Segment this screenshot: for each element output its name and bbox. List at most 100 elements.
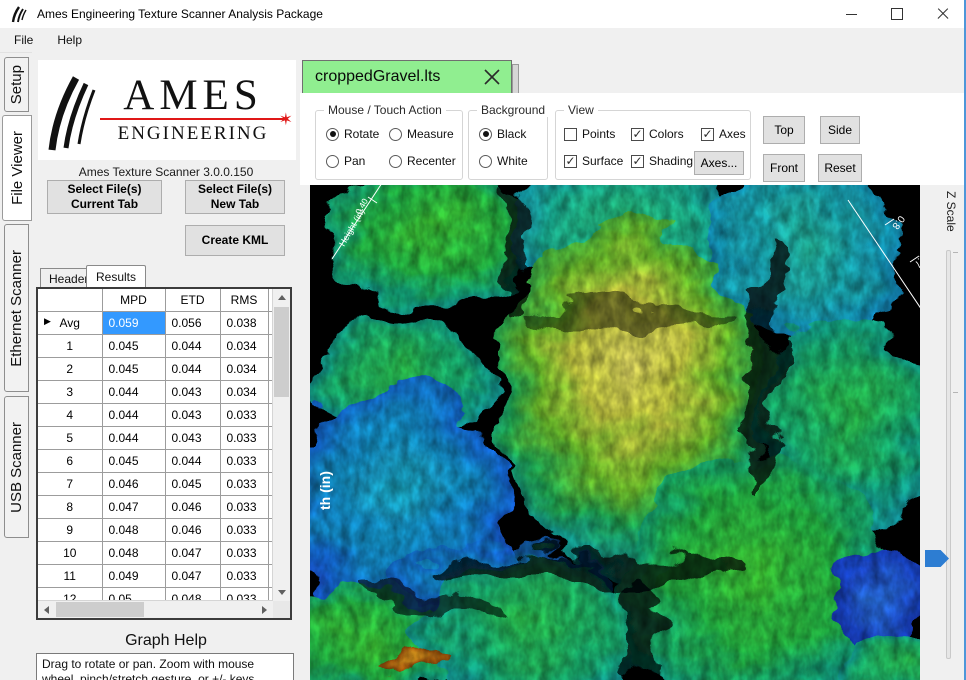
row-header[interactable]: 4	[38, 403, 102, 426]
cell-mpd[interactable]: 0.044	[102, 403, 165, 426]
results-table: MPD ETD RMS ▶Avg0.0590.0560.0380.010.045…	[36, 287, 292, 620]
cell-mpd[interactable]: 0.047	[102, 495, 165, 518]
view-front-button[interactable]: Front	[763, 154, 805, 182]
scroll-right-icon[interactable]	[256, 601, 273, 618]
cell-mpd[interactable]: 0.049	[102, 564, 165, 587]
scroll-left-icon[interactable]	[38, 601, 55, 618]
row-header[interactable]: 8	[38, 495, 102, 518]
cell-mpd[interactable]: 0.044	[102, 426, 165, 449]
3d-surface-render[interactable]: Height (in) 0.40 0.8 0.7 th (in)	[310, 185, 920, 680]
cell-etd[interactable]: 0.043	[165, 380, 220, 403]
tab-close-icon[interactable]	[481, 66, 503, 88]
cell-etd[interactable]: 0.044	[165, 357, 220, 380]
cell-mpd[interactable]: 0.048	[102, 541, 165, 564]
sidebar-tab-setup[interactable]: Setup	[4, 57, 29, 112]
cell-rms[interactable]: 0.033	[220, 495, 268, 518]
width-axis-label: th (in)	[317, 471, 333, 510]
cell-rms[interactable]: 0.038	[220, 311, 268, 334]
horizontal-scrollbar[interactable]	[38, 600, 273, 618]
maximize-button[interactable]	[874, 0, 920, 28]
checkbox-colors[interactable]: Colors	[631, 127, 684, 141]
cell-mpd[interactable]: 0.044	[102, 380, 165, 403]
col-rowheader[interactable]	[38, 289, 102, 311]
sidebar-tab-file-viewer[interactable]: File Viewer	[2, 115, 32, 221]
row-header[interactable]: 11	[38, 564, 102, 587]
radio-recenter[interactable]: Recenter	[389, 154, 456, 168]
row-header[interactable]: 1	[38, 334, 102, 357]
tab-results[interactable]: Results	[86, 265, 146, 288]
col-rms[interactable]: RMS	[220, 289, 268, 311]
cell-rms[interactable]: 0.033	[220, 518, 268, 541]
cell-rms[interactable]: 0.033	[220, 541, 268, 564]
row-header[interactable]: 10	[38, 541, 102, 564]
cell-mpd[interactable]: 0.045	[102, 449, 165, 472]
checkbox-label: Axes	[719, 127, 746, 141]
cell-etd[interactable]: 0.046	[165, 495, 220, 518]
cell-mpd[interactable]: 0.045	[102, 334, 165, 357]
col-mpd[interactable]: MPD	[102, 289, 165, 311]
row-header[interactable]: 7	[38, 472, 102, 495]
checkbox-axes[interactable]: Axes	[701, 127, 746, 141]
cell-mpd[interactable]: 0.059	[102, 311, 165, 334]
view-reset-button[interactable]: Reset	[818, 154, 862, 182]
horizontal-scroll-thumb[interactable]	[56, 602, 144, 617]
sidebar-tab-usb-scanner[interactable]: USB Scanner	[4, 396, 29, 538]
radio-icon	[389, 155, 402, 168]
z-scale-slider-track[interactable]	[946, 250, 951, 659]
document-tab[interactable]: croppedGravel.lts	[302, 60, 512, 93]
cell-etd[interactable]: 0.046	[165, 518, 220, 541]
cell-etd[interactable]: 0.047	[165, 564, 220, 587]
select-files-current-tab-button[interactable]: Select File(s) Current Tab	[47, 180, 162, 214]
row-header[interactable]: 2	[38, 357, 102, 380]
cell-etd[interactable]: 0.043	[165, 426, 220, 449]
radio-label: Pan	[344, 154, 365, 168]
row-header[interactable]: 9	[38, 518, 102, 541]
checkbox-points[interactable]: Points	[564, 127, 615, 141]
cell-etd[interactable]: 0.056	[165, 311, 220, 334]
cell-etd[interactable]: 0.047	[165, 541, 220, 564]
scroll-up-icon[interactable]	[273, 289, 290, 306]
sidebar-tab-ethernet-scanner[interactable]: Ethernet Scanner	[4, 224, 29, 392]
select-files-new-tab-button[interactable]: Select File(s) New Tab	[185, 180, 285, 214]
row-header[interactable]: 3	[38, 380, 102, 403]
scroll-down-icon[interactable]	[273, 584, 290, 601]
checkbox-label: Shading	[649, 154, 693, 168]
cell-etd[interactable]: 0.044	[165, 334, 220, 357]
minimize-button[interactable]	[828, 0, 874, 28]
radio-measure[interactable]: Measure	[389, 127, 454, 141]
vertical-scroll-thumb[interactable]	[274, 307, 289, 397]
cell-rms[interactable]: 0.033	[220, 564, 268, 587]
create-kml-button[interactable]: Create KML	[185, 225, 285, 256]
checkbox-surface[interactable]: Surface	[564, 154, 623, 168]
cell-etd[interactable]: 0.045	[165, 472, 220, 495]
close-button[interactable]	[920, 0, 966, 28]
axes-options-button[interactable]: Axes...	[694, 151, 744, 175]
cell-etd[interactable]: 0.044	[165, 449, 220, 472]
radio-pan[interactable]: Pan	[326, 154, 365, 168]
radio-rotate[interactable]: Rotate	[326, 127, 379, 141]
vertical-scrollbar[interactable]	[272, 289, 290, 601]
cell-mpd[interactable]: 0.048	[102, 518, 165, 541]
cell-rms[interactable]: 0.033	[220, 472, 268, 495]
cell-rms[interactable]: 0.033	[220, 449, 268, 472]
cell-rms[interactable]: 0.034	[220, 334, 268, 357]
cell-mpd[interactable]: 0.046	[102, 472, 165, 495]
surface-3d-viewport[interactable]: Height (in) 0.40 0.8 0.7 th (in)	[310, 185, 920, 680]
col-etd[interactable]: ETD	[165, 289, 220, 311]
cell-rms[interactable]: 0.034	[220, 357, 268, 380]
menu-file[interactable]: File	[4, 29, 43, 51]
checkbox-shading[interactable]: Shading	[631, 154, 693, 168]
row-header[interactable]: 6	[38, 449, 102, 472]
cell-rms[interactable]: 0.034	[220, 380, 268, 403]
cell-rms[interactable]: 0.033	[220, 403, 268, 426]
row-header[interactable]: 5	[38, 426, 102, 449]
row-header[interactable]: ▶Avg	[38, 311, 102, 334]
menu-help[interactable]: Help	[47, 29, 92, 51]
radio-black[interactable]: Black	[479, 127, 526, 141]
cell-etd[interactable]: 0.043	[165, 403, 220, 426]
radio-white[interactable]: White	[479, 154, 528, 168]
view-top-button[interactable]: Top	[763, 116, 805, 144]
cell-rms[interactable]: 0.033	[220, 426, 268, 449]
cell-mpd[interactable]: 0.045	[102, 357, 165, 380]
view-side-button[interactable]: Side	[820, 116, 860, 144]
